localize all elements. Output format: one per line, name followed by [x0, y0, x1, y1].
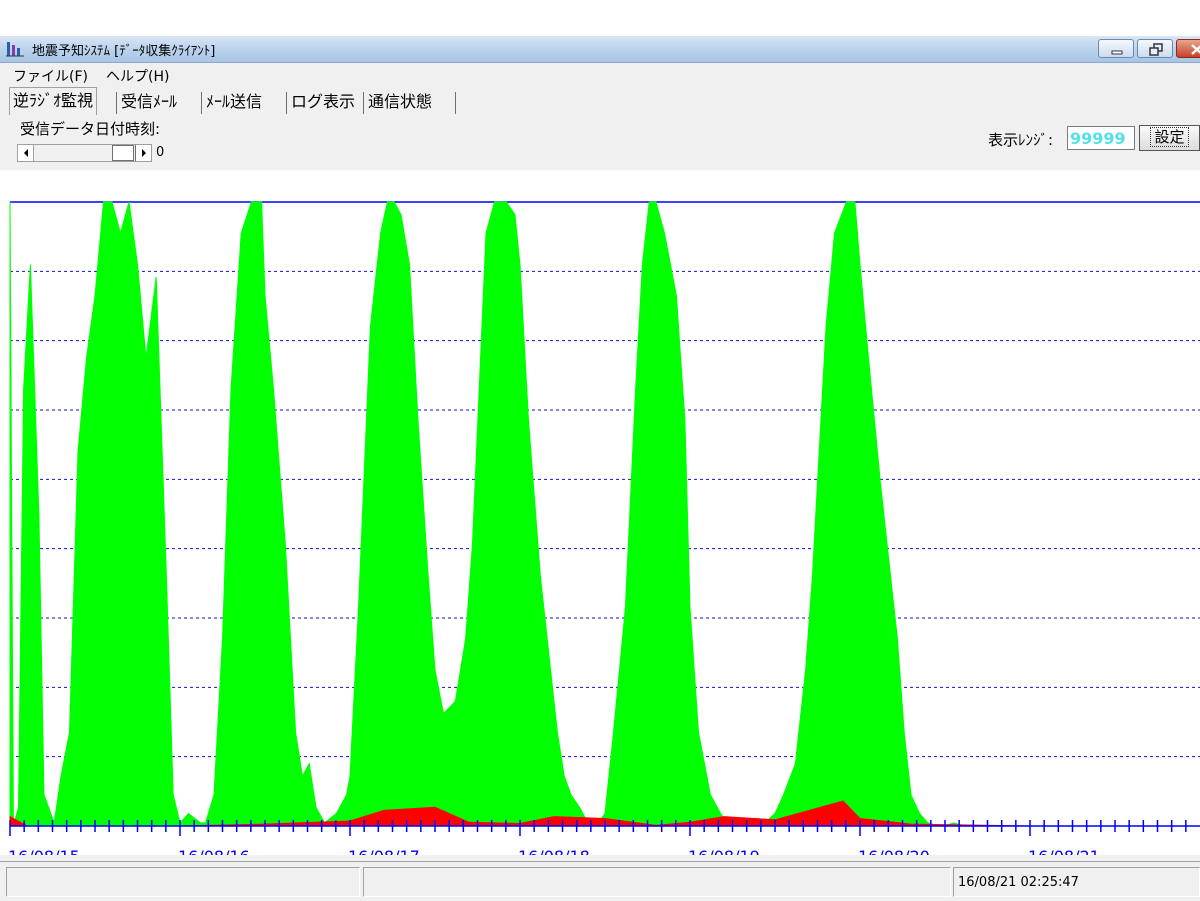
range-input[interactable] [1067, 126, 1135, 150]
minimize-button[interactable] [1098, 39, 1134, 58]
scroll-right-button[interactable] [135, 145, 151, 161]
tab-bar: 逆ﾗｼﾞｵ監視 受信ﾒｰﾙ ﾒｰﾙ送信 ログ表示 通信状態 [0, 86, 1200, 116]
restore-button[interactable] [1137, 39, 1173, 58]
x-tick-label: 16/08/18 [518, 847, 590, 855]
app-window: 地震予知ｼｽﾃﾑ [ﾃﾞｰﾀ収集ｸﾗｲｱﾝﾄ] ファイル(F) ヘルプ(H) 逆… [0, 36, 1200, 901]
tab-log-view[interactable]: ログ表示 [288, 90, 358, 114]
x-tick-label: 16/08/21 [1028, 847, 1100, 855]
tab-divider [201, 92, 202, 114]
seismograph-icon [6, 42, 24, 57]
status-datetime: 16/08/21 02:25:47 [958, 875, 1079, 890]
scroll-value: 0 [156, 145, 165, 160]
tab-divider [286, 92, 287, 114]
set-button-label: 設定 [1150, 127, 1189, 147]
tab-divider [116, 92, 117, 114]
range-label: 表示ﾚﾝｼﾞ: [988, 131, 1054, 149]
signal-chart: 16/08/15 16/08/16 16/08/17 16/08/18 16/08/19… [0, 170, 1200, 866]
minimize-icon [1111, 50, 1123, 55]
chart-svg: 16/08/15 16/08/16 16/08/17 16/08/18 16/08/19… [8, 201, 1200, 866]
scroll-left-button[interactable] [18, 145, 34, 161]
arrow-right-icon [142, 149, 146, 157]
menu-file[interactable]: ファイル(F) [13, 66, 88, 86]
close-icon [1191, 44, 1200, 55]
x-tick-label: 16/08/15 [8, 847, 80, 855]
status-bar: 16/08/21 02:25:47 [0, 861, 1200, 901]
x-tick-label: 16/08/19 [688, 847, 760, 855]
status-pane-2 [363, 867, 951, 897]
series-main-area [9, 201, 1061, 827]
tab-divider [455, 92, 456, 114]
tab-send-mail[interactable]: ﾒｰﾙ送信 [203, 90, 265, 114]
x-tick-label: 16/08/16 [178, 847, 250, 855]
x-tick-label: 16/08/17 [348, 847, 420, 855]
set-button[interactable]: 設定 [1139, 125, 1200, 151]
x-tick-label: 16/08/20 [858, 847, 930, 855]
scroll-thumb[interactable] [112, 145, 134, 161]
status-pane-1 [6, 867, 360, 897]
title-bar[interactable]: 地震予知ｼｽﾃﾑ [ﾃﾞｰﾀ収集ｸﾗｲｱﾝﾄ] [0, 36, 1200, 63]
tab-divider [363, 92, 364, 114]
arrow-left-icon [24, 149, 28, 157]
menu-bar: ファイル(F) ヘルプ(H) [0, 63, 1200, 85]
status-pane-3: 16/08/21 02:25:47 [953, 867, 1200, 897]
restore-icon [1149, 43, 1163, 56]
close-button[interactable] [1176, 39, 1200, 58]
menu-help[interactable]: ヘルプ(H) [106, 66, 169, 86]
tab-reverse-radio[interactable]: 逆ﾗｼﾞｵ監視 [9, 87, 98, 115]
date-scrollbar[interactable] [17, 144, 152, 162]
date-time-label: 受信データ日付時刻: [20, 120, 161, 138]
tab-connection-status[interactable]: 通信状態 [365, 90, 435, 114]
window-title: 地震予知ｼｽﾃﾑ [ﾃﾞｰﾀ収集ｸﾗｲｱﾝﾄ] [32, 44, 216, 59]
tab-received-mail[interactable]: 受信ﾒｰﾙ [118, 90, 180, 114]
